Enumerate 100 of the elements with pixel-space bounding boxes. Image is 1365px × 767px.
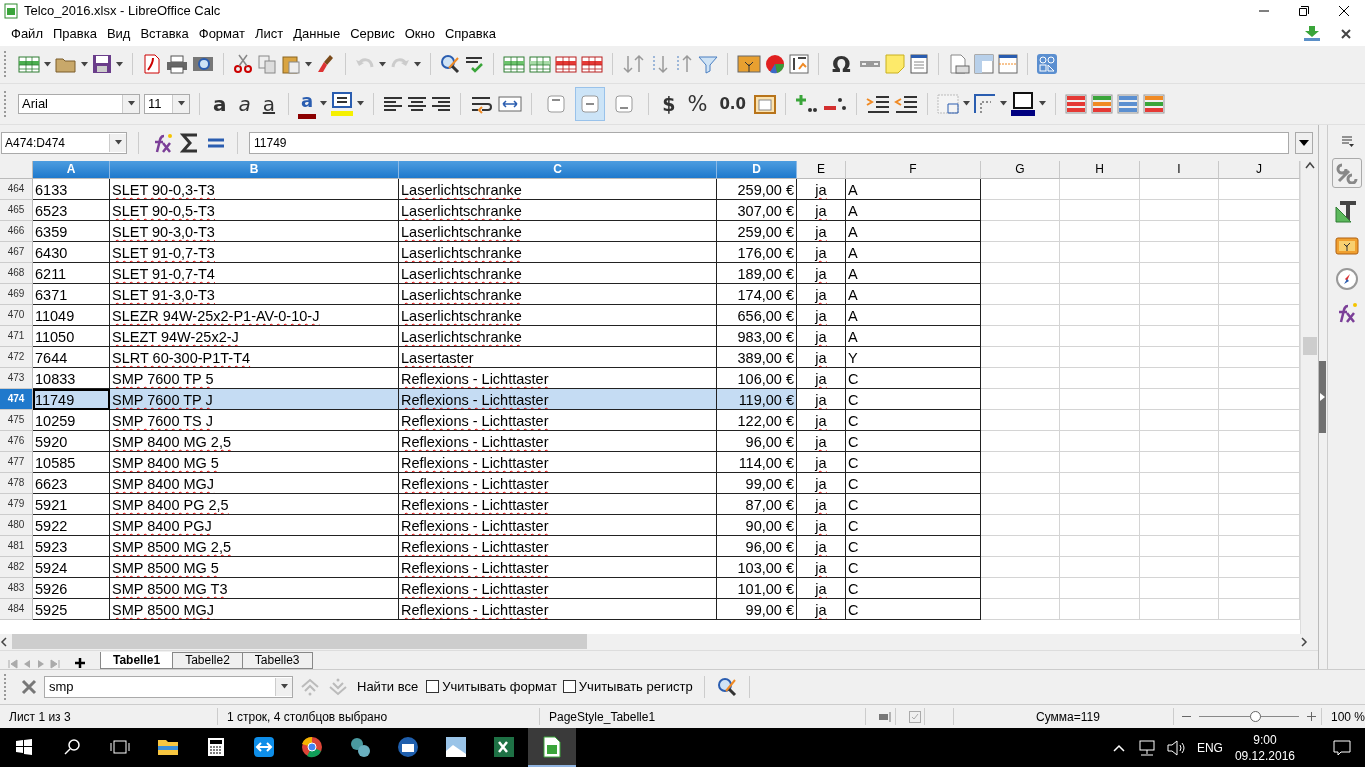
row-header[interactable]: 472 xyxy=(0,346,33,368)
find-all-button[interactable]: Найти все xyxy=(355,679,421,695)
table-cell: Lasertaster xyxy=(399,346,717,368)
table-cell: Laserlichtschranke xyxy=(399,262,717,284)
table-cell: 656,00 € xyxy=(717,304,797,326)
menu-item[interactable]: Файл xyxy=(6,26,48,42)
table-cell: 106,00 € xyxy=(717,367,797,389)
menu-item[interactable]: Справка xyxy=(439,26,501,42)
menu-item[interactable]: Данные xyxy=(288,26,346,42)
font-name-field[interactable]: Arial xyxy=(18,93,140,114)
table-cell: SLEZR 94W-25x2-P1-AV-0-10-J xyxy=(110,304,399,326)
clock-time[interactable]: 9:00 xyxy=(1253,731,1277,748)
table-cell: SLET 90-0,5-T3 xyxy=(110,199,399,221)
row-header[interactable]: 470 xyxy=(0,304,33,326)
column-header[interactable]: A xyxy=(33,160,110,179)
window-title: Telco_2016.xlsx - LibreOffice Calc xyxy=(24,3,222,19)
menu-item[interactable]: Лист xyxy=(249,26,289,42)
row-header[interactable]: 484 xyxy=(0,598,33,620)
column-header[interactable]: G xyxy=(981,160,1060,179)
menu-item[interactable]: Формат xyxy=(193,26,250,42)
row-header[interactable]: 473 xyxy=(0,367,33,389)
row-header[interactable]: 474 xyxy=(0,388,33,410)
table-cell: 174,00 € xyxy=(717,283,797,305)
table-cell: Laserlichtschranke xyxy=(399,220,717,242)
font-size-field[interactable]: 11 xyxy=(144,93,190,114)
row-header[interactable]: 479 xyxy=(0,493,33,515)
name-box[interactable]: A474:D474 xyxy=(1,131,127,154)
sum-status: Сумма=119 xyxy=(954,708,1174,726)
underline-button[interactable]: a xyxy=(258,89,280,118)
table-cell: C xyxy=(846,556,981,578)
sheet-indicator: Лист 1 из 3 xyxy=(0,708,218,726)
column-header[interactable]: H xyxy=(1060,160,1140,179)
row-header[interactable]: 482 xyxy=(0,556,33,578)
column-header[interactable]: I xyxy=(1140,160,1219,179)
table-cell: A xyxy=(846,325,981,347)
row-header[interactable]: 469 xyxy=(0,283,33,305)
table-cell: A xyxy=(846,178,981,200)
column-header[interactable]: F xyxy=(846,160,981,179)
search-field[interactable]: smp xyxy=(44,675,293,698)
table-cell: Laserlichtschranke xyxy=(399,178,717,200)
menu-item[interactable]: Сервис xyxy=(345,26,400,42)
row-header[interactable]: 476 xyxy=(0,430,33,452)
menu-item[interactable]: Вид xyxy=(101,26,136,42)
sheet-tab[interactable]: Tabelle3 xyxy=(241,651,313,669)
table-cell: ja xyxy=(797,556,846,578)
table-cell: 96,00 € xyxy=(717,430,797,452)
menu-item[interactable]: Вставка xyxy=(135,26,194,42)
table-cell: 101,00 € xyxy=(717,577,797,599)
table-cell: ja xyxy=(797,577,846,599)
row-header[interactable]: 480 xyxy=(0,514,33,536)
selection-status: 1 строк, 4 столбцов выбрано xyxy=(218,708,540,726)
clock-date[interactable]: 09.12.2016 xyxy=(1234,747,1295,764)
table-cell: 6523 xyxy=(33,199,110,221)
row-header[interactable]: 477 xyxy=(0,451,33,473)
font-color-button[interactable]: a xyxy=(298,88,317,119)
table-cell: Reflexions - Lichttaster xyxy=(399,388,717,410)
row-header[interactable]: 466 xyxy=(0,220,33,242)
row-header[interactable]: 468 xyxy=(0,262,33,284)
language-indicator[interactable]: ENG xyxy=(1196,740,1223,755)
sheet-tab[interactable]: Tabelle2 xyxy=(172,651,243,669)
zoom-level[interactable]: 100 % xyxy=(1321,709,1365,724)
menu-item[interactable]: Правка xyxy=(47,26,102,42)
table-cell: 5926 xyxy=(33,577,110,599)
bold-button[interactable]: a xyxy=(209,89,231,118)
row-header[interactable]: 483 xyxy=(0,577,33,599)
table-cell: ja xyxy=(797,304,846,326)
column-header[interactable]: D xyxy=(717,160,797,179)
sheet-tab[interactable]: Tabelle1 xyxy=(100,651,174,669)
row-header[interactable]: 478 xyxy=(0,472,33,494)
menu-item[interactable]: Окно xyxy=(399,26,440,42)
row-header[interactable]: 481 xyxy=(0,535,33,557)
table-cell: C xyxy=(846,493,981,515)
row-header[interactable]: 471 xyxy=(0,325,33,347)
italic-button[interactable]: a xyxy=(234,89,255,118)
column-header[interactable]: C xyxy=(399,160,717,179)
table-cell: SMP 8400 MG 2,5 xyxy=(110,430,399,452)
table-cell: ja xyxy=(797,472,846,494)
row-header[interactable]: 465 xyxy=(0,199,33,221)
table-cell: SLEZT 94W-25x2-J xyxy=(110,325,399,347)
column-header[interactable]: E xyxy=(797,160,846,179)
table-cell: 7644 xyxy=(33,346,110,368)
table-cell: 5925 xyxy=(33,598,110,620)
table-cell: Reflexions - Lichttaster xyxy=(399,514,717,536)
number-format-button[interactable]: 0.0 xyxy=(715,89,750,118)
table-cell: A xyxy=(846,304,981,326)
table-cell: A xyxy=(846,241,981,263)
table-cell: 259,00 € xyxy=(717,220,797,242)
column-header[interactable]: B xyxy=(110,160,399,179)
column-header[interactable]: J xyxy=(1219,160,1300,179)
currency-button[interactable]: $ xyxy=(658,89,680,118)
row-header[interactable]: 464 xyxy=(0,178,33,200)
percent-button[interactable]: % xyxy=(683,89,712,118)
special-character-button[interactable]: Ω xyxy=(828,50,855,79)
row-header[interactable]: 467 xyxy=(0,241,33,263)
table-cell: ja xyxy=(797,283,846,305)
table-cell: Laserlichtschranke xyxy=(399,283,717,305)
formula-input[interactable]: 11749 xyxy=(249,131,1289,154)
table-cell: ja xyxy=(797,451,846,473)
row-header[interactable]: 475 xyxy=(0,409,33,431)
table-cell: ja xyxy=(797,241,846,263)
